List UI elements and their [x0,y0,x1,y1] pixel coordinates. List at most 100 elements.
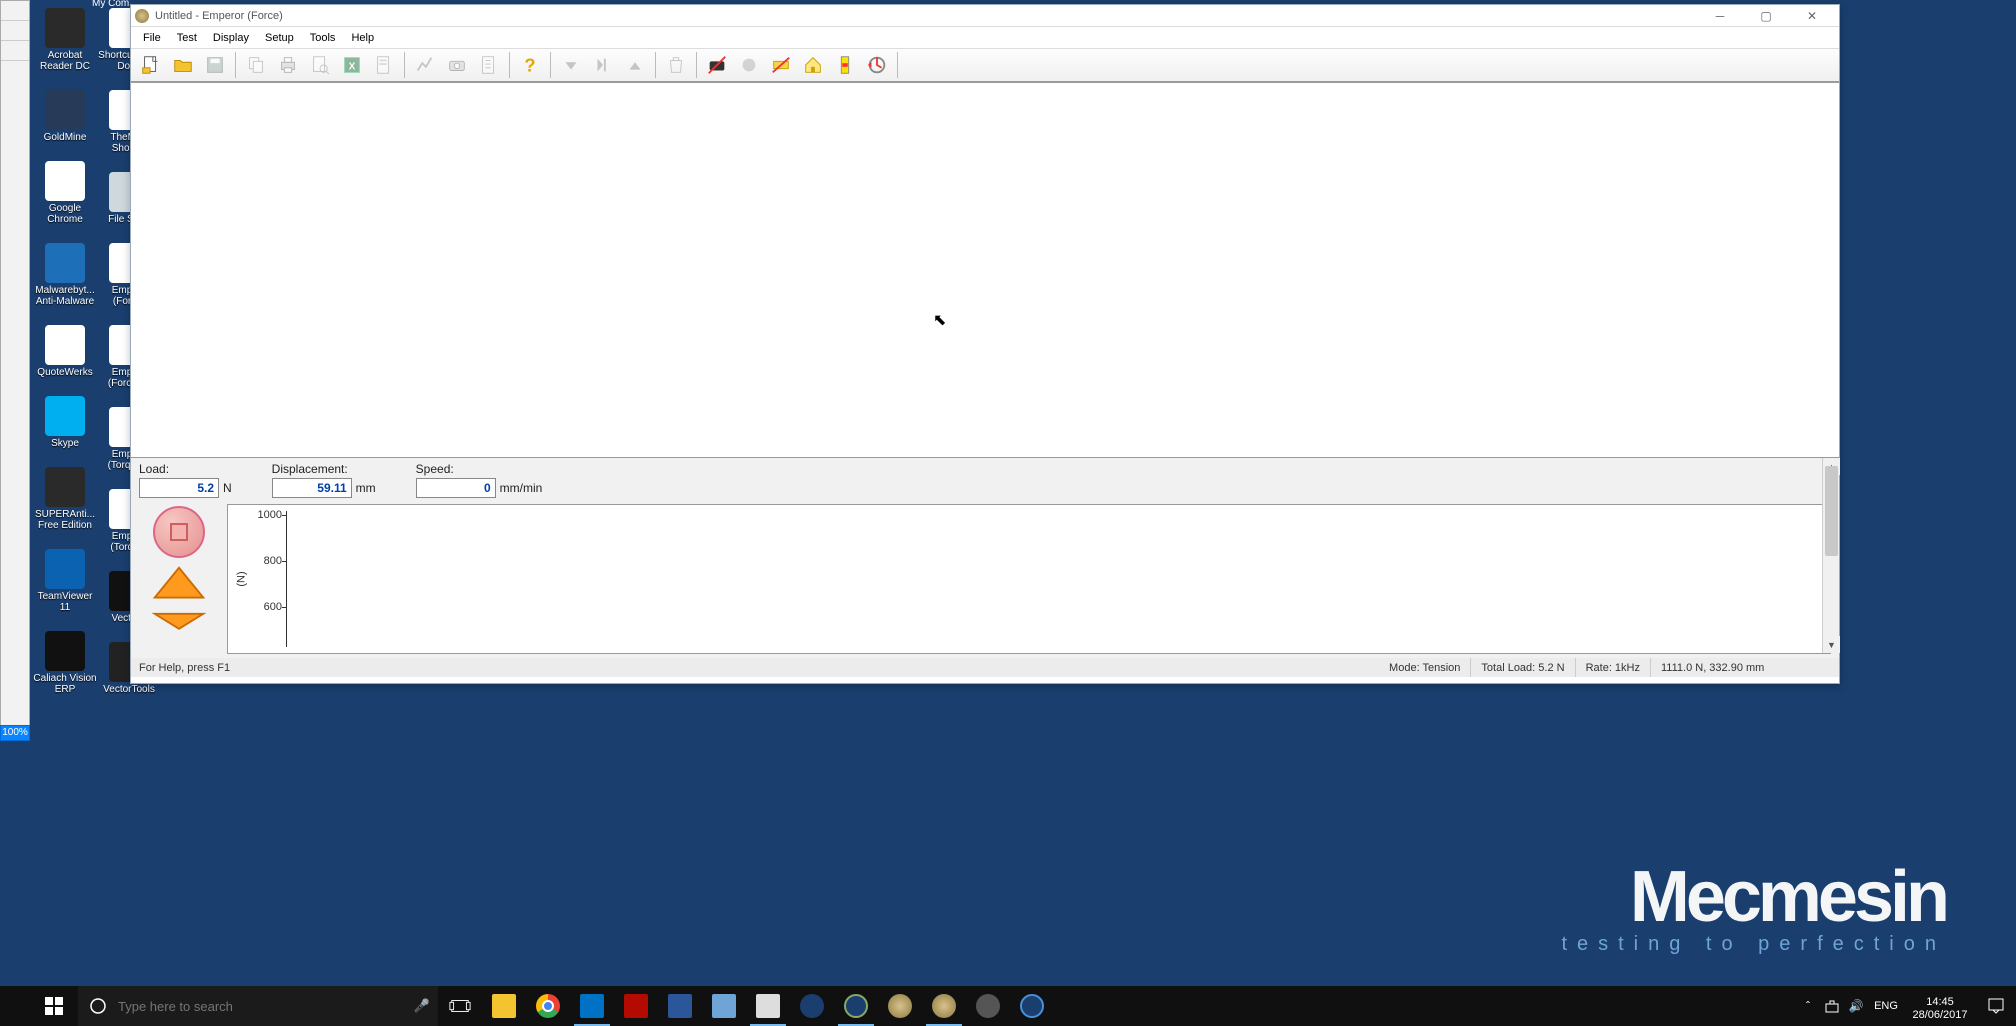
scroll-thumb[interactable] [1825,466,1838,556]
stop-icon [170,523,188,541]
desktop-icon[interactable]: Skype [34,396,96,449]
taskbar-explorer[interactable] [482,986,526,1026]
maximize-button[interactable]: ▢ [1743,5,1789,27]
desktop-icon[interactable]: Malwarebyt... Anti-Malware [34,243,96,307]
tray-chevron-icon[interactable]: ˆ [1796,986,1820,1026]
vertical-scrollbar[interactable]: ▲ ▼ [1822,458,1839,653]
taskbar-acrobat[interactable] [614,986,658,1026]
menu-test[interactable]: Test [169,30,205,46]
camera-button[interactable] [443,51,471,79]
speed-unit: mm/min [500,481,543,495]
icon-label: TeamViewer 11 [33,591,97,613]
mic-icon[interactable]: 🎤 [406,998,438,1014]
tray-clock[interactable]: 14:45 28/06/2017 [1904,990,1976,1022]
open-file-button[interactable] [169,51,197,79]
graph-settings-button[interactable] [411,51,439,79]
home-button[interactable] [799,51,827,79]
step-button[interactable] [589,51,617,79]
menu-help[interactable]: Help [343,30,382,46]
titlebar[interactable]: Untitled - Emperor (Force) ─ ▢ ✕ [131,5,1839,27]
no-camera-button[interactable] [703,51,731,79]
task-view-button[interactable] [438,986,482,1026]
help-button[interactable]: ? [516,51,544,79]
start-button[interactable] [30,986,78,1026]
taskbar: 🎤 ˆ 🔊 ENG 14:45 28/06/2017 [0,986,2016,1026]
zero-position-button[interactable] [863,51,891,79]
delete-button[interactable] [662,51,690,79]
limits-off-button[interactable] [767,51,795,79]
tray-volume-icon[interactable]: 🔊 [1844,986,1868,1026]
taskbar-app6[interactable] [966,986,1010,1026]
jog-down-button[interactable] [151,612,207,636]
jog-up-button[interactable] [151,564,207,606]
stop-button[interactable] [153,506,205,558]
load-readout: Load: N [139,462,232,498]
tray-network-icon[interactable] [1820,986,1844,1026]
zoom-badge: 100% [0,725,30,741]
client-area: ⬉ [131,83,1839,457]
chart-area[interactable]: 1000 800 600 (N) [227,504,1831,654]
cortana-icon[interactable] [78,997,118,1015]
up-arrow-button[interactable] [621,51,649,79]
new-file-button[interactable] [137,51,165,79]
brand-logo: Mecmesin [1561,867,1946,927]
displacement-label: Displacement: [272,462,376,476]
app-icon [45,396,85,436]
print-button[interactable] [274,51,302,79]
search-box[interactable]: 🎤 [78,986,438,1026]
desktop-icon[interactable]: Google Chrome [34,161,96,225]
record-button[interactable] [735,51,763,79]
brand-watermark: Mecmesin testing to perfection [1561,867,1946,956]
minimize-button[interactable]: ─ [1697,5,1743,27]
taskbar-chrome[interactable] [526,986,570,1026]
displacement-value[interactable] [272,478,352,498]
down-arrow-button[interactable] [557,51,585,79]
load-value[interactable] [139,478,219,498]
zero-load-button[interactable] [831,51,859,79]
desktop-icon[interactable]: SUPERAnti... Free Edition [34,467,96,531]
app-icon [45,325,85,365]
taskbar-app7[interactable] [1010,986,1054,1026]
report-button[interactable] [370,51,398,79]
menubar: FileTestDisplaySetupToolsHelp [131,27,1839,49]
export-excel-button[interactable]: X [338,51,366,79]
taskbar-word[interactable] [658,986,702,1026]
close-button[interactable]: ✕ [1789,5,1835,27]
search-input[interactable] [118,999,406,1014]
desktop-icon[interactable]: Acrobat Reader DC [34,8,96,72]
desktop-icon[interactable]: GoldMine [34,90,96,143]
save-button[interactable] [201,51,229,79]
taskbar-app4[interactable] [878,986,922,1026]
app-icon [45,90,85,130]
displacement-unit: mm [356,481,376,495]
desktop-icon[interactable]: TeamViewer 11 [34,549,96,613]
tray-language[interactable]: ENG [1868,986,1904,1026]
status-mode: Mode: Tension [1379,658,1471,677]
status-rate: Rate: 1kHz [1576,658,1651,677]
scroll-down-icon[interactable]: ▼ [1823,636,1840,653]
menu-display[interactable]: Display [205,30,257,46]
menu-file[interactable]: File [135,30,169,46]
notes-button[interactable] [475,51,503,79]
tray-notifications-icon[interactable] [1976,997,2016,1015]
toolbar: X ? [131,49,1839,83]
taskbar-outlook[interactable] [570,986,614,1026]
app-icon [45,8,85,48]
icon-label: SUPERAnti... Free Edition [33,509,97,531]
desktop-icon[interactable]: Caliach Vision ERP [34,631,96,695]
y-tick: 1000 [242,509,282,521]
taskbar-app5[interactable] [922,986,966,1026]
icon-label: Skype [33,438,97,449]
taskbar-app2[interactable] [790,986,834,1026]
menu-tools[interactable]: Tools [302,30,344,46]
svg-text:X: X [349,62,356,73]
taskbar-app1[interactable] [746,986,790,1026]
desktop-icon[interactable]: QuoteWerks [34,325,96,378]
print-preview-button[interactable] [306,51,334,79]
status-help: For Help, press F1 [139,658,1379,677]
taskbar-snip[interactable] [702,986,746,1026]
taskbar-app3[interactable] [834,986,878,1026]
copy-button[interactable] [242,51,270,79]
menu-setup[interactable]: Setup [257,30,302,46]
speed-value[interactable] [416,478,496,498]
